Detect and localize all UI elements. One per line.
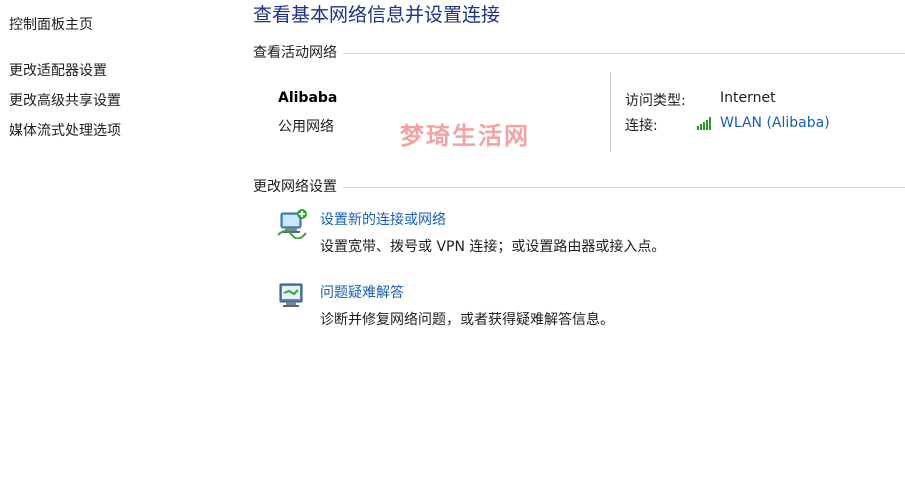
troubleshoot-icon — [279, 283, 303, 307]
setup-new-connection-description: 设置宽带、拨号或 VPN 连接；或设置路由器或接入点。 — [320, 239, 666, 255]
vertical-divider — [610, 72, 611, 152]
troubleshoot-link[interactable]: 问题疑难解答 — [320, 282, 404, 302]
watermark-text: 梦琦生活网 — [400, 122, 530, 150]
left-sidebar: 控制面板主页 更改适配器设置 更改高级共享设置 媒体流式处理选项 — [0, 0, 240, 500]
sidebar-item-change-adapter-settings[interactable]: 更改适配器设置 — [9, 60, 107, 80]
wifi-signal-icon — [697, 117, 711, 130]
section-divider — [343, 52, 905, 54]
connection-link[interactable]: WLAN (Alibaba) — [697, 115, 830, 131]
sidebar-item-change-advanced-sharing[interactable]: 更改高级共享设置 — [9, 90, 121, 110]
setup-new-connection-link[interactable]: 设置新的连接或网络 — [320, 209, 446, 229]
sidebar-item-control-panel-home[interactable]: 控制面板主页 — [9, 14, 93, 34]
active-networks-header-label: 查看活动网络 — [253, 45, 337, 61]
change-settings-header-label: 更改网络设置 — [253, 179, 337, 195]
active-networks-header: 查看活动网络 — [253, 42, 905, 62]
section-divider — [343, 186, 905, 188]
troubleshoot-description: 诊断并修复网络问题，或者获得疑难解答信息。 — [320, 312, 614, 328]
new-connection-icon — [277, 209, 307, 239]
connection-link-label: WLAN (Alibaba) — [720, 115, 830, 131]
network-type: 公用网络 — [278, 119, 334, 135]
access-type-label: 访问类型: — [625, 93, 686, 109]
connections-label: 连接: — [625, 118, 658, 134]
sidebar-item-media-streaming-options[interactable]: 媒体流式处理选项 — [9, 120, 121, 140]
network-name: Alibaba — [278, 90, 338, 106]
page-title: 查看基本网络信息并设置连接 — [253, 4, 501, 26]
change-settings-header: 更改网络设置 — [253, 176, 905, 196]
access-type-value: Internet — [720, 90, 776, 106]
